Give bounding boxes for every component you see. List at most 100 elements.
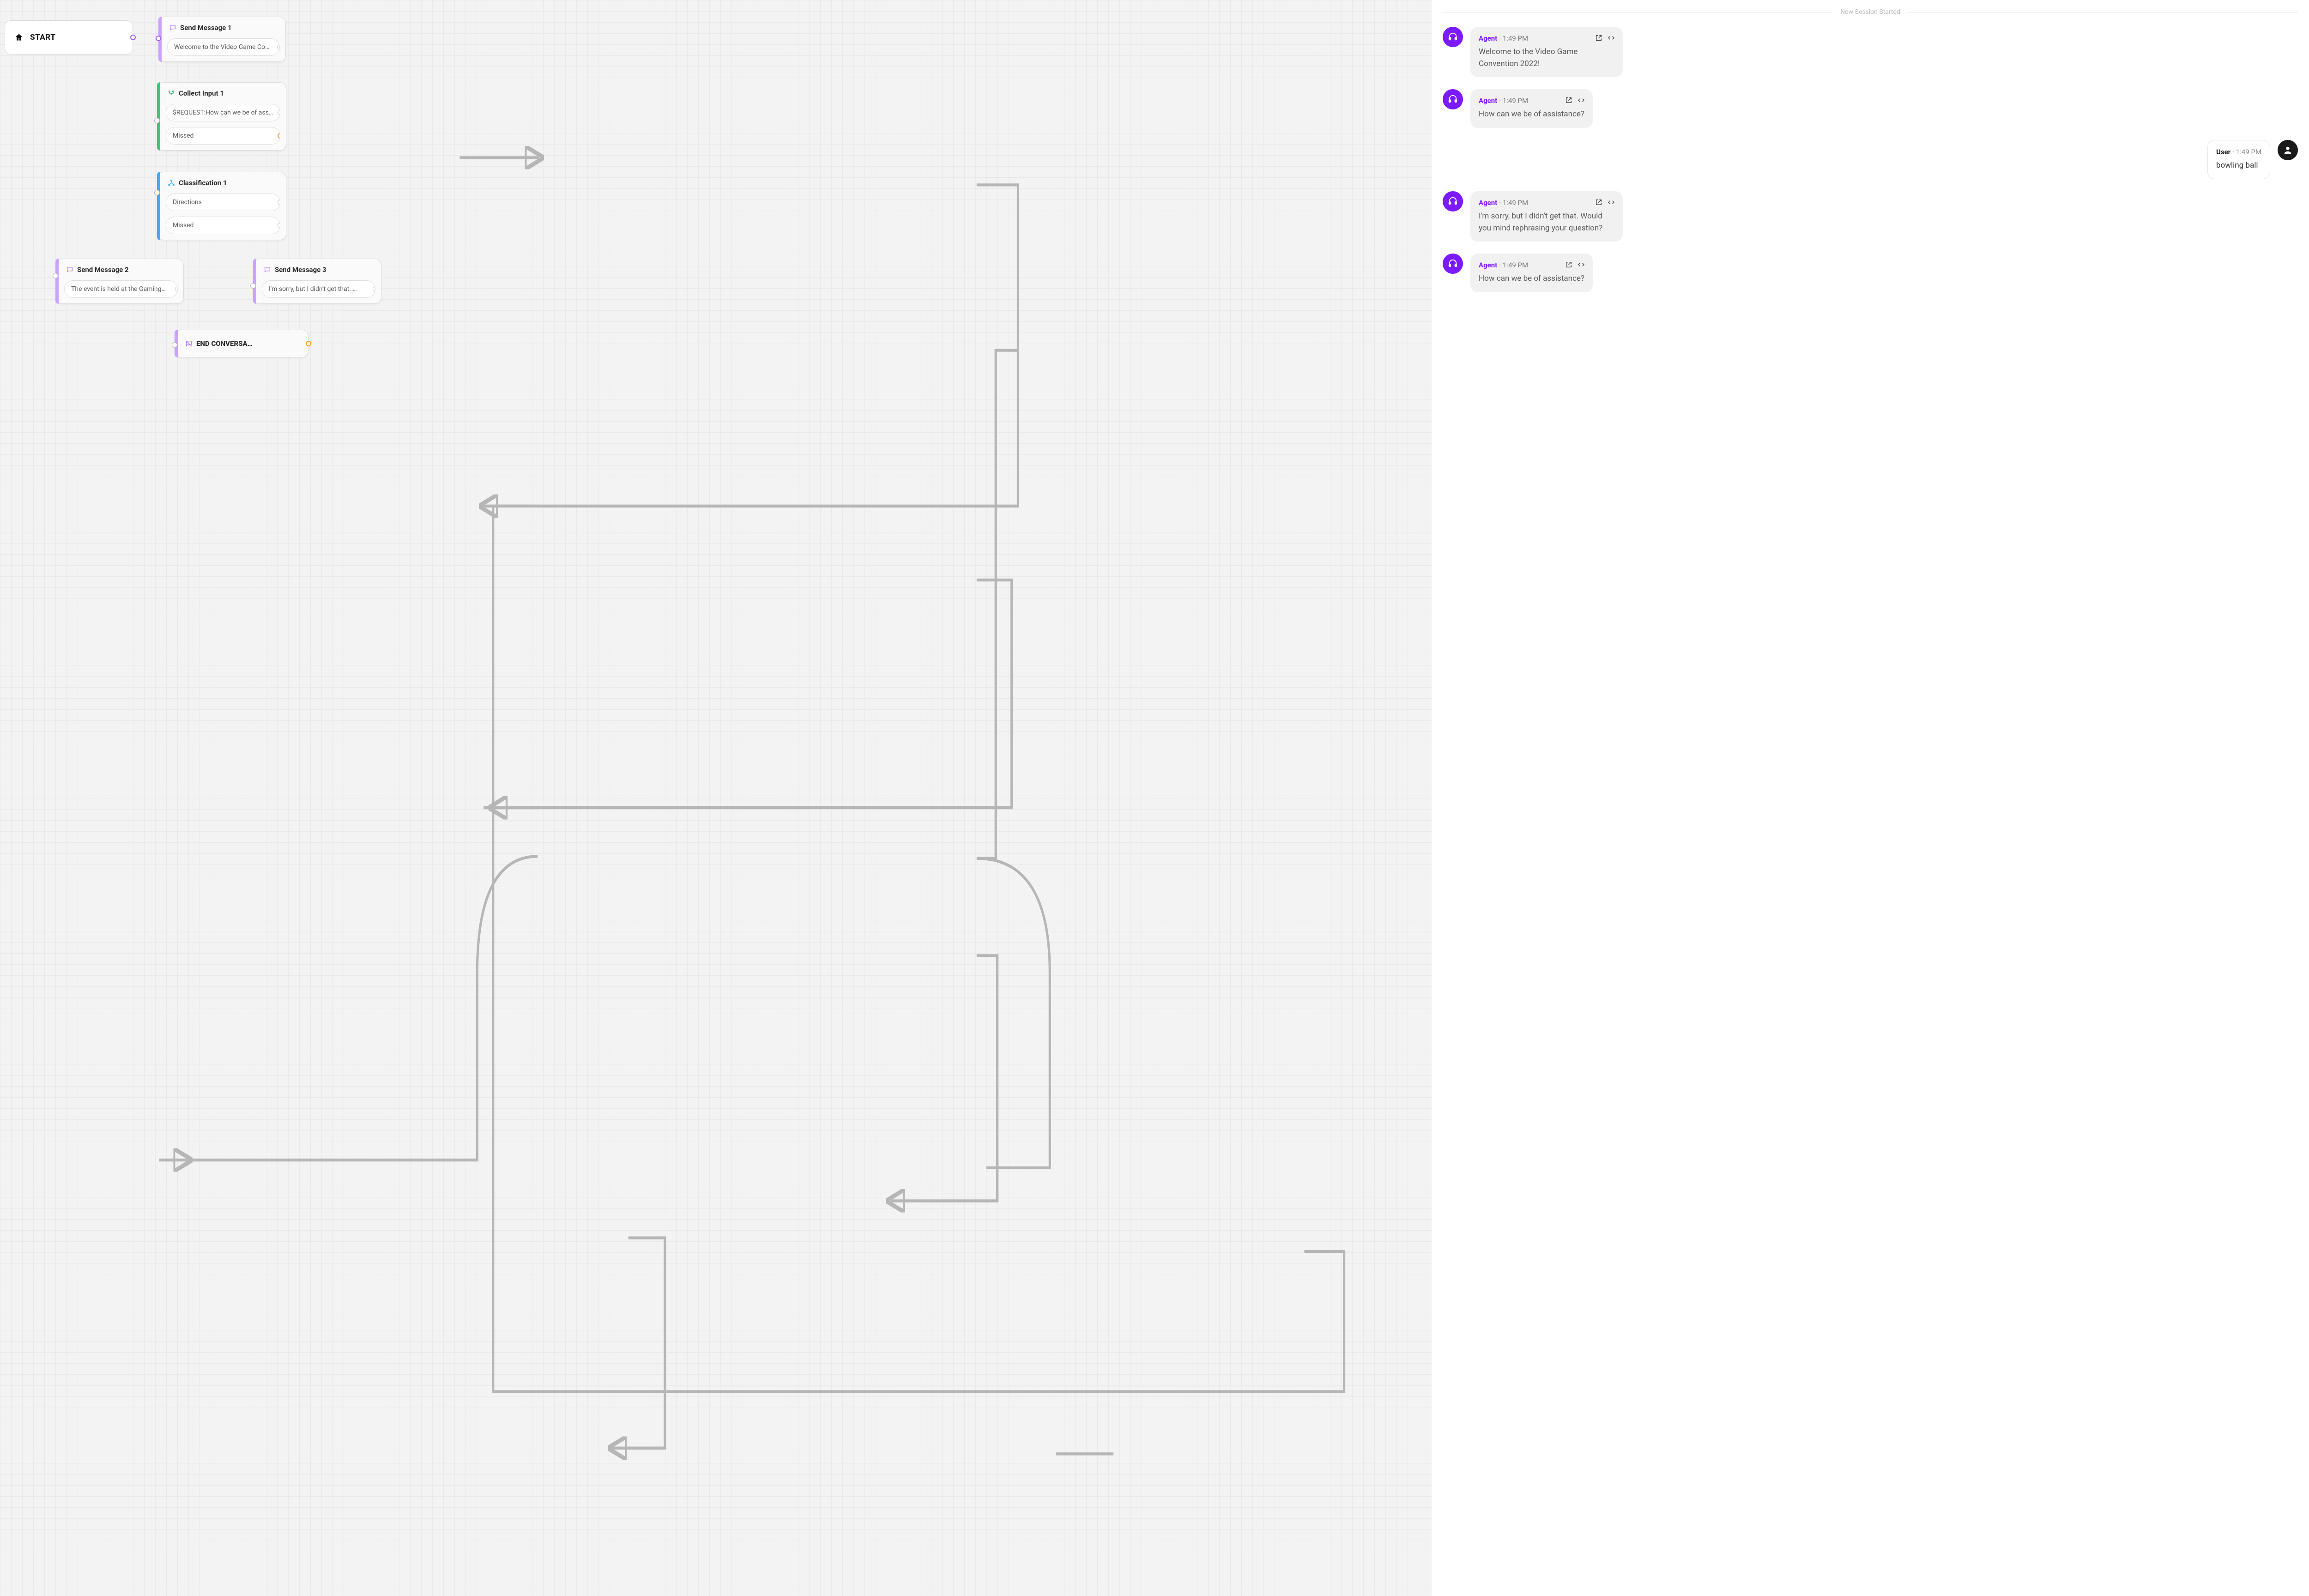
out-port[interactable]	[277, 44, 280, 50]
code-icon[interactable]	[1607, 199, 1615, 208]
message-body: How can we be of assistance?	[1479, 109, 1584, 121]
node-send-message-3[interactable]: Send Message 3 I'm sorry, but I didn't g…	[253, 259, 381, 304]
chat-icon	[66, 266, 73, 273]
headset-icon	[1448, 196, 1458, 206]
node-slot[interactable]: The event is held at the Gaming…	[64, 280, 178, 298]
out-port[interactable]	[278, 133, 280, 139]
chat-message-agent: Agent · 1:49 PM I'm sorry, but I didn't …	[1443, 191, 2298, 242]
headset-icon	[1448, 259, 1458, 269]
slot-text: Directions	[173, 199, 202, 206]
divider-text: New Session Started	[1840, 8, 1900, 16]
message-body: bowling ball	[2216, 160, 2261, 172]
node-collect-input-1[interactable]: Collect Input 1 $REQUEST:How can we be o…	[157, 82, 286, 151]
slot-text: Missed	[173, 132, 193, 139]
out-port[interactable]	[373, 286, 375, 292]
node-classification-1[interactable]: Classification 1 Directions Missed	[157, 172, 286, 240]
message-time: · 1:49 PM	[1499, 34, 1528, 42]
message-meta: User · 1:49 PM	[2216, 148, 2261, 156]
code-icon[interactable]	[1577, 261, 1585, 270]
sender-name: Agent	[1479, 97, 1497, 105]
chat-message-agent: Agent · 1:49 PM How can we be of assista…	[1443, 254, 2298, 292]
message-bubble: Agent · 1:49 PM Welcome to the Video Gam…	[1470, 27, 1623, 77]
node-accent	[157, 172, 160, 240]
chat-panel: New Session Started Agent · 1:49 PM Welc…	[1432, 0, 2309, 1596]
open-external-icon[interactable]	[1565, 97, 1572, 106]
in-port[interactable]	[154, 118, 160, 123]
out-port[interactable]	[306, 341, 311, 346]
message-bubble: Agent · 1:49 PM How can we be of assista…	[1470, 89, 1593, 128]
node-send-message-1[interactable]: Send Message 1 Welcome to the Video Game…	[158, 17, 286, 62]
chat-message-user: User · 1:49 PM bowling ball	[1443, 140, 2298, 180]
start-node[interactable]: START	[5, 20, 133, 54]
node-send-message-2[interactable]: Send Message 2 The event is held at the …	[55, 259, 184, 304]
node-slot[interactable]: I'm sorry, but I didn't get that. …	[262, 280, 375, 298]
message-actions	[1565, 97, 1585, 106]
node-slot[interactable]: Directions	[166, 193, 280, 211]
agent-avatar	[1443, 254, 1463, 274]
message-bubble: User · 1:49 PM bowling ball	[2207, 140, 2270, 180]
node-accent	[253, 259, 256, 304]
in-port[interactable]	[154, 190, 160, 195]
home-icon	[14, 33, 24, 42]
in-port[interactable]	[156, 36, 161, 41]
headset-icon	[1448, 94, 1458, 104]
start-label: START	[30, 33, 55, 42]
start-out-port[interactable]	[130, 35, 136, 40]
slot-text: $REQUEST:How can we be of assis…	[173, 109, 278, 116]
node-end-conversation[interactable]: END CONVERSA…	[175, 330, 308, 357]
node-title: Send Message 3	[275, 266, 326, 274]
node-title: END CONVERSA…	[196, 339, 253, 348]
slot-text: Missed	[173, 222, 193, 229]
node-slot[interactable]: Missed	[166, 127, 280, 145]
sender-name: Agent	[1479, 199, 1497, 207]
out-port[interactable]	[278, 200, 280, 205]
in-port[interactable]	[250, 283, 256, 289]
message-body: How can we be of assistance?	[1479, 273, 1584, 285]
node-title: Send Message 2	[77, 266, 129, 274]
person-icon	[2283, 145, 2293, 155]
chat-icon	[264, 266, 271, 273]
session-divider: New Session Started	[1443, 8, 2298, 16]
chat-icon	[169, 24, 176, 31]
chat-message-agent: Agent · 1:49 PM Welcome to the Video Gam…	[1443, 27, 2298, 77]
open-external-icon[interactable]	[1595, 199, 1602, 208]
node-title: Send Message 1	[180, 24, 232, 32]
message-bubble: Agent · 1:49 PM How can we be of assista…	[1470, 254, 1593, 292]
message-bubble: Agent · 1:49 PM I'm sorry, but I didn't …	[1470, 191, 1623, 242]
code-icon[interactable]	[1607, 34, 1615, 43]
open-external-icon[interactable]	[1595, 34, 1602, 43]
agent-avatar	[1443, 89, 1463, 109]
message-meta: Agent · 1:49 PM	[1479, 34, 1614, 42]
chat-message-agent: Agent · 1:49 PM How can we be of assista…	[1443, 89, 2298, 128]
sender-name: Agent	[1479, 34, 1497, 42]
node-title: Classification 1	[179, 179, 227, 187]
message-time: · 1:49 PM	[1499, 199, 1528, 207]
node-slot[interactable]: Missed	[166, 217, 280, 234]
in-port[interactable]	[172, 342, 177, 348]
message-time: · 1:49 PM	[1499, 261, 1528, 269]
agent-avatar	[1443, 27, 1463, 47]
user-avatar	[2278, 140, 2298, 160]
out-port[interactable]	[278, 223, 280, 228]
message-actions	[1595, 34, 1615, 43]
message-time: · 1:49 PM	[2232, 148, 2261, 156]
in-port[interactable]	[53, 273, 58, 278]
out-port[interactable]	[175, 286, 178, 292]
flow-canvas[interactable]: START Send Message 1 Welcome to the Vide…	[0, 0, 1432, 1596]
message-actions	[1595, 199, 1615, 208]
node-title: Collect Input 1	[179, 89, 224, 97]
input-icon	[168, 90, 175, 97]
node-slot[interactable]: Welcome to the Video Game Co…	[167, 38, 280, 56]
slot-text: Welcome to the Video Game Co…	[174, 43, 270, 51]
message-meta: Agent · 1:49 PM	[1479, 199, 1614, 207]
message-body: I'm sorry, but I didn't get that. Would …	[1479, 211, 1614, 234]
code-icon[interactable]	[1577, 97, 1585, 106]
sender-name: Agent	[1479, 261, 1497, 269]
out-port[interactable]	[278, 110, 280, 115]
open-external-icon[interactable]	[1565, 261, 1572, 270]
sender-name: User	[2216, 148, 2230, 156]
agent-avatar	[1443, 191, 1463, 212]
node-slot[interactable]: $REQUEST:How can we be of assis…	[166, 104, 280, 121]
chat-off-icon	[185, 340, 193, 347]
headset-icon	[1448, 32, 1458, 42]
